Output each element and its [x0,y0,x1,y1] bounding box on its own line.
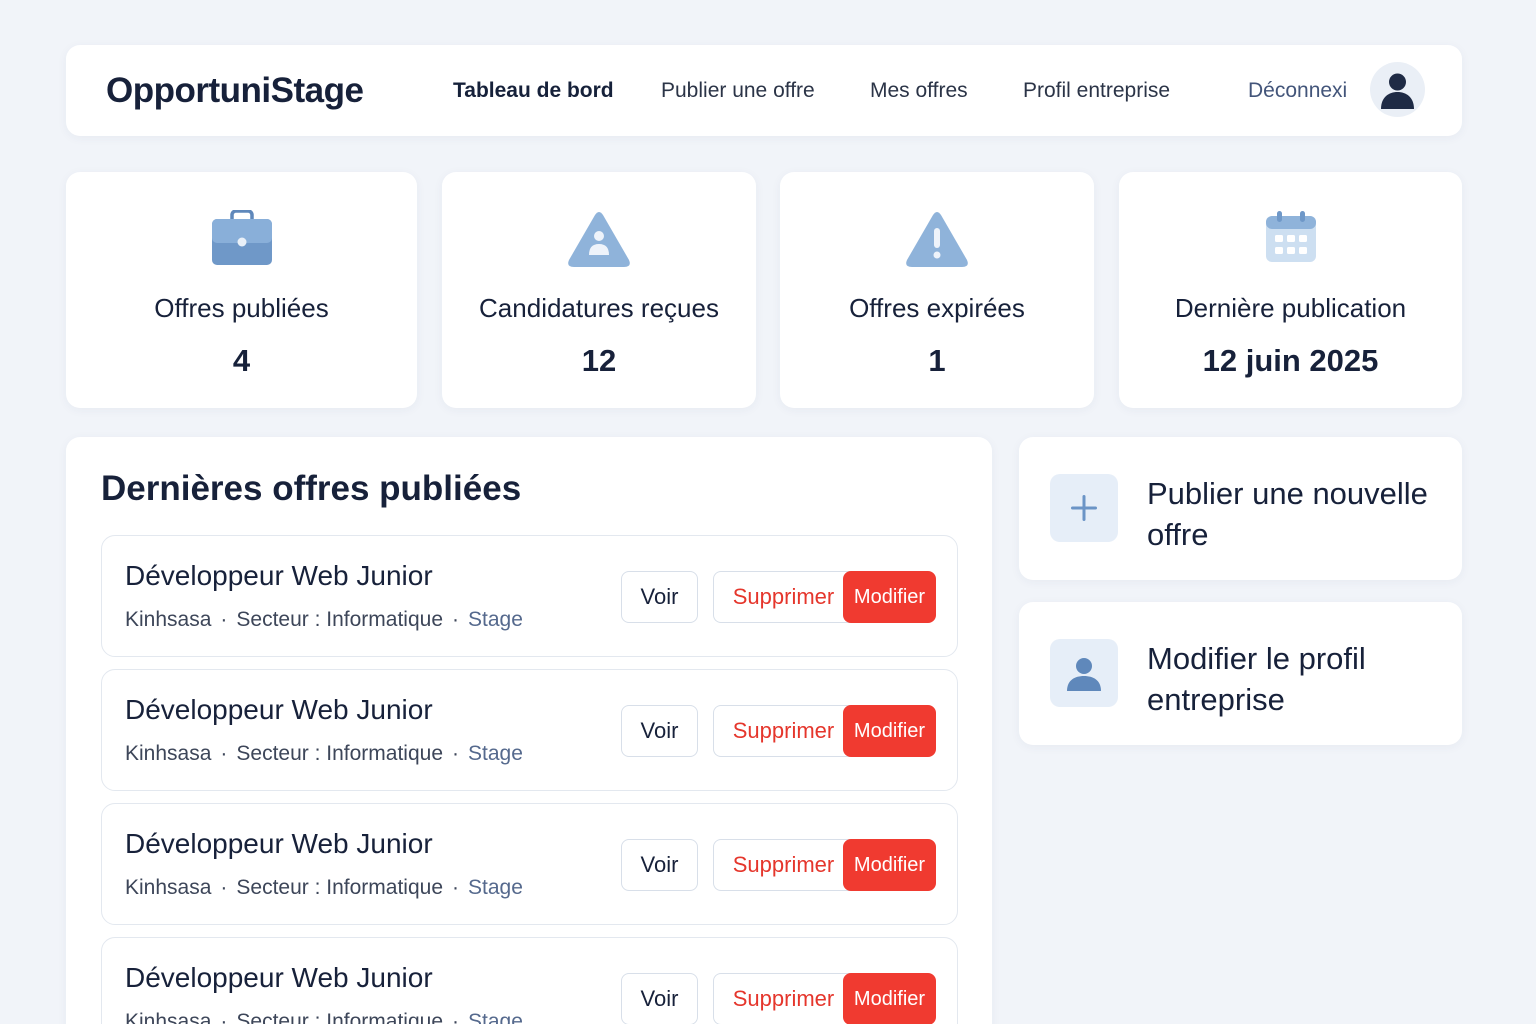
separator: · [220,1010,228,1024]
view-button[interactable]: Voir [621,839,698,891]
offer-meta: Kinhsasa · Secteur : Informatique · Stage [125,742,523,766]
nav-item-profil-entreprise[interactable]: Profil entreprise [1023,79,1170,103]
offer-sector: Secteur : Informatique [236,1010,443,1024]
top-navbar: OpportuniStage Tableau de bord Publier u… [66,45,1462,136]
stat-value: 1 [928,343,946,378]
offer-item: Développeur Web Junior Kinhsasa · Secteur … [101,535,958,657]
delete-button[interactable]: Supprimer [713,705,853,757]
delete-button[interactable]: Supprimer [713,839,853,891]
offer-type: Stage [468,1010,523,1024]
stat-label: Candidatures reçues [479,293,719,323]
app-logo[interactable]: OpportuniStage [106,71,364,111]
view-button[interactable]: Voir [621,705,698,757]
offer-title: Développeur Web Junior [125,560,433,591]
action-label: Modifier le profil entreprise [1147,641,1366,717]
stat-value: 12 juin 2025 [1202,343,1379,378]
offer-type: Stage [468,742,523,765]
action-label: Publier une nouvelle offre [1147,476,1428,552]
view-button[interactable]: Voir [621,973,698,1024]
user-icon [1050,639,1118,707]
offer-location: Kinhsasa [125,742,212,765]
offer-title: Développeur Web Junior [125,962,433,993]
separator: · [452,742,459,765]
separator: · [452,608,459,631]
stat-card-offres-expirees: Offres expirées 1 [780,172,1094,408]
warning-icon [904,210,970,275]
offer-sector: Secteur : Informatique [236,876,443,899]
delete-button[interactable]: Supprimer [713,571,853,623]
stat-value: 4 [232,343,251,378]
stat-card-derniere-publication: Dernière publication 12 juin 2025 [1119,172,1462,408]
panel-title: Dernières offres publiées [101,469,522,508]
edit-company-profile-card[interactable]: Modifier le profil entreprise [1019,602,1462,745]
calendar-icon [1264,210,1318,269]
edit-button[interactable]: Modifier [843,839,936,891]
plus-icon [1050,474,1118,542]
offer-meta: Kinhsasa · Secteur : Informatique · Stage [125,1010,523,1024]
stat-label: Offres publiées [154,293,329,323]
edit-button[interactable]: Modifier [843,571,936,623]
latest-offers-panel: Dernières offres publiées Développeur We… [66,437,992,1024]
edit-button[interactable]: Modifier [843,973,936,1024]
offer-meta: Kinhsasa · Secteur : Informatique · Stage [125,876,523,900]
stat-label: Dernière publication [1174,293,1407,323]
offer-item: Développeur Web Junior Kinhsasa · Secteur … [101,937,958,1024]
briefcase-icon [211,209,273,271]
offer-location: Kinhsasa [125,1010,212,1024]
stat-card-offres-publiees: Offres publiées 4 [66,172,417,408]
nav-item-mes-offres[interactable]: Mes offres [870,79,968,103]
offer-title: Développeur Web Junior [125,694,433,725]
offer-type: Stage [468,876,523,899]
logout-link[interactable]: Déconnexi [1248,79,1347,103]
separator: · [452,1010,459,1024]
separator: · [220,742,228,765]
offer-location: Kinhsasa [125,608,212,631]
offer-item: Développeur Web Junior Kinhsasa · Secteur … [101,803,958,925]
user-avatar[interactable] [1370,62,1425,117]
offer-title: Développeur Web Junior [125,828,433,859]
offer-sector: Secteur : Informatique [236,742,443,765]
stat-label: Offres expirées [849,293,1025,323]
separator: · [220,608,228,631]
user-avatar-icon [1381,73,1414,109]
nav-item-publier-offre[interactable]: Publier une offre [661,79,815,103]
offer-type: Stage [468,608,523,631]
offer-sector: Secteur : Informatique [236,608,443,631]
publish-new-offer-card[interactable]: Publier une nouvelle offre [1019,437,1462,580]
stat-value: 12 [581,343,617,378]
stat-card-candidatures: Candidatures reçues 12 [442,172,756,408]
nav-item-tableau-de-bord[interactable]: Tableau de bord [453,79,614,103]
warning-person-icon [566,210,632,275]
separator: · [220,876,228,899]
offer-location: Kinhsasa [125,876,212,899]
separator: · [452,876,459,899]
offer-item: Développeur Web Junior Kinhsasa · Secteur … [101,669,958,791]
offer-meta: Kinhsasa · Secteur : Informatique · Stage [125,608,523,632]
view-button[interactable]: Voir [621,571,698,623]
edit-button[interactable]: Modifier [843,705,936,757]
delete-button[interactable]: Supprimer [713,973,853,1024]
